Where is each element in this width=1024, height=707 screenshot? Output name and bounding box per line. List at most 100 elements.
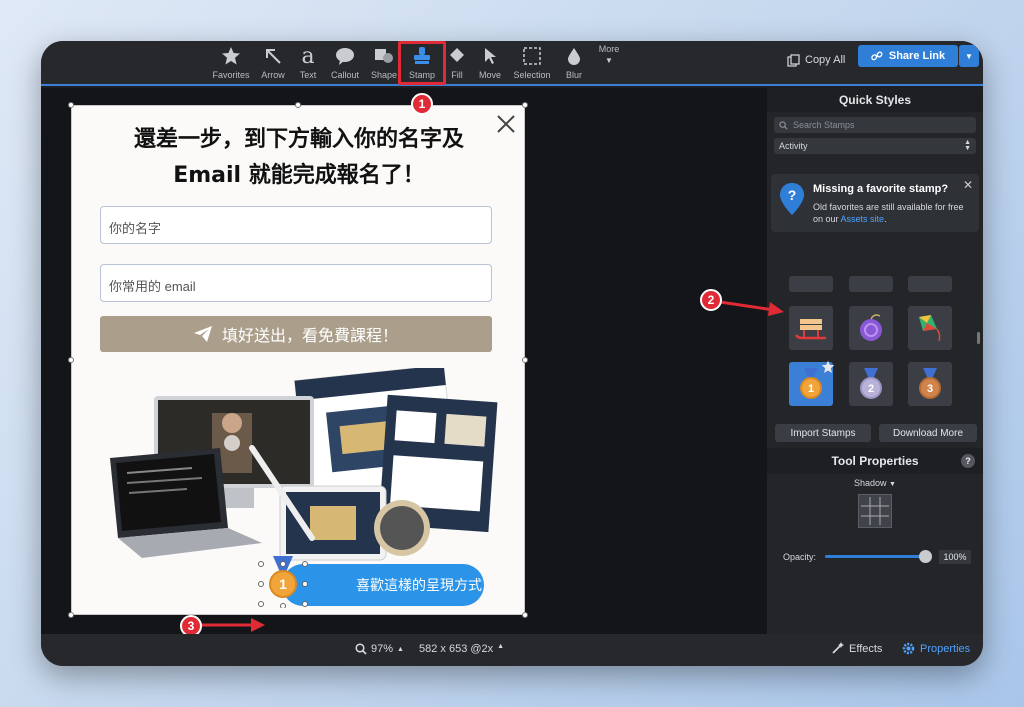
svg-text:?: ? — [788, 187, 797, 203]
bronze-medal-icon: 3 — [919, 368, 941, 399]
tip-title: Missing a favorite stamp? — [813, 183, 949, 195]
zoom-value: 97% — [371, 643, 394, 655]
resize-handle[interactable] — [522, 357, 528, 363]
resize-handle[interactable] — [522, 102, 528, 108]
opacity-value[interactable]: 100% — [939, 550, 971, 564]
zoom-control[interactable]: 97% ▲ — [355, 643, 404, 655]
opacity-fill — [825, 555, 925, 558]
stamp-partial[interactable] — [908, 276, 952, 292]
copy-all-button[interactable]: Copy All — [787, 49, 845, 71]
resize-handle[interactable] — [295, 102, 301, 108]
submit-button[interactable]: 填好送出，看免費課程！ — [100, 316, 492, 352]
favorite-star-icon[interactable] — [821, 360, 835, 374]
app-window: Favorites Arrow a Text Callout Shape Sta… — [41, 41, 983, 666]
close-icon[interactable] — [494, 112, 518, 136]
tool-favorites[interactable]: Favorites — [209, 45, 253, 85]
close-icon[interactable]: ✕ — [963, 178, 973, 192]
paper-plane-icon — [193, 326, 212, 342]
stamp-tool-highlight — [398, 41, 446, 85]
grid-icon — [861, 497, 889, 525]
like-style-label: 喜歡這樣的呈現方式 — [356, 577, 482, 593]
category-select[interactable]: Activity ▲ ▼ — [774, 138, 976, 154]
stamp-kite[interactable] — [908, 306, 952, 350]
tool-label: Arrow — [261, 70, 285, 80]
canvas[interactable]: 還差一步，到下方輸入你的名字及 Email 就能完成報名了！ 你的名字 你常用的… — [41, 88, 767, 637]
popup-title-line2: Email 就能完成報名了！ — [173, 163, 425, 188]
red-arrow-2 — [719, 300, 784, 316]
copy-icon — [787, 53, 800, 67]
like-style-button[interactable]: 喜歡這樣的呈現方式 — [282, 564, 484, 606]
tool-more[interactable]: More ▼ — [587, 42, 631, 82]
kite-icon — [919, 315, 941, 342]
resize-handle[interactable] — [522, 612, 528, 618]
magic-wand-icon — [832, 642, 844, 654]
help-icon[interactable]: ? — [961, 454, 975, 468]
stamp-silver-medal[interactable]: 2 — [849, 362, 893, 406]
resize-handle[interactable] — [68, 612, 74, 618]
popup-title: 還差一步，到下方輸入你的名字及 Email 就能完成報名了！ — [92, 122, 506, 194]
stamp-sled[interactable] — [789, 306, 833, 350]
signup-popup: 還差一步，到下方輸入你的名字及 Email 就能完成報名了！ 你的名字 你常用的… — [71, 105, 525, 615]
tip-body: Old favorites are still available for fr… — [813, 201, 973, 225]
opacity-knob[interactable] — [919, 550, 932, 563]
tool-properties-header: Tool Properties ? — [767, 448, 983, 474]
medal-label: 3 — [927, 383, 933, 395]
tool-properties-title: Tool Properties — [831, 454, 919, 468]
stamp-search-input[interactable]: Search Stamps — [774, 117, 976, 133]
effects-button[interactable]: Effects — [831, 642, 882, 655]
tool-selection[interactable]: Selection — [510, 45, 554, 85]
tool-move[interactable]: Move — [468, 45, 512, 85]
tool-label: Favorites — [212, 70, 250, 80]
tool-label: Callout — [330, 70, 359, 80]
stamp-yarn[interactable] — [849, 306, 893, 350]
stamp-scrollbar[interactable] — [977, 332, 980, 344]
opacity-slider[interactable] — [825, 550, 932, 563]
submit-label: 填好送出，看免費課程！ — [221, 328, 398, 345]
properties-label: Properties — [920, 642, 971, 655]
move-icon — [480, 45, 500, 67]
stamp-partial[interactable] — [789, 276, 833, 292]
stamp-bronze-medal[interactable]: 3 — [908, 362, 952, 406]
properties-button[interactable]: Properties — [902, 642, 970, 655]
share-link-label: Share Link — [888, 50, 946, 62]
opacity-label: Opacity: — [783, 552, 817, 562]
download-more-button[interactable]: Download More — [879, 424, 977, 442]
popup-title-line1: 還差一步，到下方輸入你的名字及 — [133, 127, 464, 152]
callout-icon — [335, 45, 355, 67]
shadow-dropdown[interactable]: Shadow ▼ — [767, 478, 983, 488]
shape-icon — [374, 45, 394, 67]
fill-icon — [447, 45, 467, 67]
shadow-position-grid[interactable] — [858, 494, 892, 528]
zoom-icon — [355, 643, 367, 655]
import-stamps-button[interactable]: Import Stamps — [775, 424, 871, 442]
name-field[interactable]: 你的名字 — [100, 206, 492, 244]
selected-medal-stamp[interactable]: 1 — [258, 554, 308, 609]
tool-label: Shape — [370, 70, 398, 80]
map-pin-icon: ? — [780, 183, 804, 215]
resize-handle[interactable] — [68, 102, 74, 108]
gear-icon — [902, 642, 915, 655]
text-icon: a — [301, 43, 315, 69]
category-value: Activity — [779, 141, 808, 151]
callout-badge-1: 1 — [411, 93, 433, 115]
medal-label: 2 — [868, 383, 874, 395]
tool-label: Blur — [565, 70, 582, 80]
side-panel: Quick Styles Search Stamps Activity ▲ ▼ ?… — [767, 88, 983, 634]
tool-label: Text — [299, 70, 317, 80]
share-link-button[interactable]: Share Link — [858, 45, 958, 67]
share-dropdown-button[interactable]: ▼ — [959, 45, 979, 67]
email-field[interactable]: 你常用的 email — [100, 264, 492, 302]
assets-site-link[interactable]: Assets site — [841, 214, 885, 224]
stamp-partial[interactable] — [849, 276, 893, 292]
star-icon — [221, 45, 241, 67]
search-placeholder: Search Stamps — [793, 120, 855, 130]
tool-label: More — [598, 44, 620, 54]
search-icon — [779, 120, 788, 130]
tool-label: Fill — [451, 70, 463, 80]
stamp-gold-medal-selected[interactable]: 1 — [789, 360, 835, 406]
resize-handle[interactable] — [68, 357, 74, 363]
toolbar: Favorites Arrow a Text Callout Shape Sta… — [41, 41, 983, 86]
chevron-down-icon: ▼ — [965, 51, 973, 61]
tool-callout[interactable]: Callout — [323, 45, 367, 85]
image-size-control[interactable]: 582 x 653 @2x ▲ — [419, 643, 504, 655]
